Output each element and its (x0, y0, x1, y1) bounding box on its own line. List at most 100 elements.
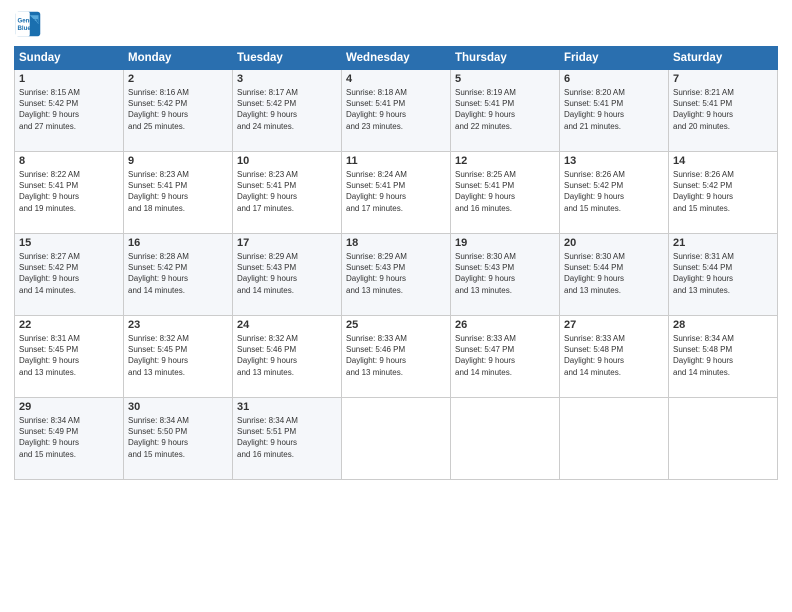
col-header-sunday: Sunday (15, 47, 124, 70)
calendar-cell: 10 Sunrise: 8:23 AM Sunset: 5:41 PM Dayli… (233, 152, 342, 234)
day-number: 18 (346, 237, 446, 249)
cell-info: Sunrise: 8:30 AM Sunset: 5:43 PM Dayligh… (455, 251, 555, 296)
cell-info: Sunrise: 8:15 AM Sunset: 5:42 PM Dayligh… (19, 87, 119, 132)
day-number: 19 (455, 237, 555, 249)
col-header-tuesday: Tuesday (233, 47, 342, 70)
calendar-cell: 25Sunrise: 8:33 AM Sunset: 5:46 PM Dayli… (342, 316, 451, 398)
col-header-friday: Friday (560, 47, 669, 70)
day-number: 11 (346, 155, 446, 167)
col-header-thursday: Thursday (451, 47, 560, 70)
cell-info: Sunrise: 8:17 AM Sunset: 5:42 PM Dayligh… (237, 87, 337, 132)
calendar-cell: 23 Sunrise: 8:32 AM Sunset: 5:45 PM Dayli… (124, 316, 233, 398)
calendar-cell: 11 Sunrise: 8:24 AM Sunset: 5:41 PM Dayli… (342, 152, 451, 234)
cell-info: Sunrise: 8:34 AM Sunset: 5:48 PM Dayligh… (673, 333, 773, 378)
calendar-cell (342, 398, 451, 480)
day-number: 8 (19, 155, 119, 167)
calendar-cell: 31 Sunrise: 8:34 AM Sunset: 5:51 PM Dayli… (233, 398, 342, 480)
cell-info: Sunrise: 8:19 AM Sunset: 5:41 PM Dayligh… (455, 87, 555, 132)
cell-info: Sunrise: 8:21 AM Sunset: 5:41 PM Dayligh… (673, 87, 773, 132)
day-number: 26 (455, 319, 555, 331)
cell-info: Sunrise: 8:23 AM Sunset: 5:41 PM Dayligh… (128, 169, 228, 214)
calendar-cell: 21 Sunrise: 8:31 AM Sunset: 5:44 PM Dayli… (669, 234, 778, 316)
cell-info: Sunrise: 8:20 AM Sunset: 5:41 PM Dayligh… (564, 87, 664, 132)
cell-info: Sunrise: 8:26 AM Sunset: 5:42 PM Dayligh… (564, 169, 664, 214)
cell-info: Sunrise: 8:16 AM Sunset: 5:42 PM Dayligh… (128, 87, 228, 132)
day-number: 30 (128, 401, 228, 413)
calendar-cell: 4 Sunrise: 8:18 AM Sunset: 5:41 PM Daylig… (342, 70, 451, 152)
calendar-cell: 18 Sunrise: 8:29 AM Sunset: 5:43 PM Dayli… (342, 234, 451, 316)
cell-info: Sunrise: 8:29 AM Sunset: 5:43 PM Dayligh… (237, 251, 337, 296)
cell-info: Sunrise: 8:32 AM Sunset: 5:45 PM Dayligh… (128, 333, 228, 378)
cell-info: Sunrise: 8:18 AM Sunset: 5:41 PM Dayligh… (346, 87, 446, 132)
day-number: 27 (564, 319, 664, 331)
cell-info: Sunrise: 8:33 AM Sunset: 5:47 PM Dayligh… (455, 333, 555, 378)
day-number: 7 (673, 73, 773, 85)
day-number: 6 (564, 73, 664, 85)
header: General Blue (14, 10, 778, 38)
calendar-cell: 22 Sunrise: 8:31 AM Sunset: 5:45 PM Dayli… (15, 316, 124, 398)
calendar-cell: 13Sunrise: 8:26 AM Sunset: 5:42 PM Dayli… (560, 152, 669, 234)
cell-info: Sunrise: 8:34 AM Sunset: 5:50 PM Dayligh… (128, 415, 228, 460)
calendar-cell: 9 Sunrise: 8:23 AM Sunset: 5:41 PM Daylig… (124, 152, 233, 234)
day-number: 23 (128, 319, 228, 331)
calendar-cell: 19 Sunrise: 8:30 AM Sunset: 5:43 PM Dayli… (451, 234, 560, 316)
cell-info: Sunrise: 8:23 AM Sunset: 5:41 PM Dayligh… (237, 169, 337, 214)
cell-info: Sunrise: 8:34 AM Sunset: 5:49 PM Dayligh… (19, 415, 119, 460)
day-number: 3 (237, 73, 337, 85)
calendar-cell: 3 Sunrise: 8:17 AM Sunset: 5:42 PM Daylig… (233, 70, 342, 152)
day-number: 9 (128, 155, 228, 167)
calendar-cell: 8Sunrise: 8:22 AM Sunset: 5:41 PM Daylig… (15, 152, 124, 234)
day-number: 22 (19, 319, 119, 331)
day-number: 28 (673, 319, 773, 331)
cell-info: Sunrise: 8:31 AM Sunset: 5:44 PM Dayligh… (673, 251, 773, 296)
day-number: 5 (455, 73, 555, 85)
calendar-cell: 28 Sunrise: 8:34 AM Sunset: 5:48 PM Dayli… (669, 316, 778, 398)
logo-icon: General Blue (14, 10, 42, 38)
col-header-saturday: Saturday (669, 47, 778, 70)
logo: General Blue (14, 10, 46, 38)
calendar-cell: 1Sunrise: 8:15 AM Sunset: 5:42 PM Daylig… (15, 70, 124, 152)
page: General Blue SundayMondayTuesdayWednesda… (0, 0, 792, 612)
cell-info: Sunrise: 8:33 AM Sunset: 5:48 PM Dayligh… (564, 333, 664, 378)
calendar-cell: 16Sunrise: 8:28 AM Sunset: 5:42 PM Dayli… (124, 234, 233, 316)
calendar-cell (669, 398, 778, 480)
day-number: 17 (237, 237, 337, 249)
calendar-cell: 15Sunrise: 8:27 AM Sunset: 5:42 PM Dayli… (15, 234, 124, 316)
calendar-cell: 17 Sunrise: 8:29 AM Sunset: 5:43 PM Dayli… (233, 234, 342, 316)
calendar-table: SundayMondayTuesdayWednesdayThursdayFrid… (14, 46, 778, 480)
day-number: 12 (455, 155, 555, 167)
cell-info: Sunrise: 8:31 AM Sunset: 5:45 PM Dayligh… (19, 333, 119, 378)
cell-info: Sunrise: 8:34 AM Sunset: 5:51 PM Dayligh… (237, 415, 337, 460)
cell-info: Sunrise: 8:25 AM Sunset: 5:41 PM Dayligh… (455, 169, 555, 214)
calendar-cell (560, 398, 669, 480)
day-number: 2 (128, 73, 228, 85)
calendar-cell: 20Sunrise: 8:30 AM Sunset: 5:44 PM Dayli… (560, 234, 669, 316)
cell-info: Sunrise: 8:24 AM Sunset: 5:41 PM Dayligh… (346, 169, 446, 214)
day-number: 10 (237, 155, 337, 167)
calendar-cell: 27 Sunrise: 8:33 AM Sunset: 5:48 PM Dayli… (560, 316, 669, 398)
day-number: 16 (128, 237, 228, 249)
cell-info: Sunrise: 8:30 AM Sunset: 5:44 PM Dayligh… (564, 251, 664, 296)
day-number: 29 (19, 401, 119, 413)
day-number: 15 (19, 237, 119, 249)
calendar-cell: 24Sunrise: 8:32 AM Sunset: 5:46 PM Dayli… (233, 316, 342, 398)
calendar-cell: 5 Sunrise: 8:19 AM Sunset: 5:41 PM Daylig… (451, 70, 560, 152)
day-number: 24 (237, 319, 337, 331)
day-number: 31 (237, 401, 337, 413)
calendar-cell: 26 Sunrise: 8:33 AM Sunset: 5:47 PM Dayli… (451, 316, 560, 398)
cell-info: Sunrise: 8:26 AM Sunset: 5:42 PM Dayligh… (673, 169, 773, 214)
calendar-cell: 2 Sunrise: 8:16 AM Sunset: 5:42 PM Daylig… (124, 70, 233, 152)
calendar-cell: 6 Sunrise: 8:20 AM Sunset: 5:41 PM Daylig… (560, 70, 669, 152)
calendar-cell: 12 Sunrise: 8:25 AM Sunset: 5:41 PM Dayli… (451, 152, 560, 234)
day-number: 4 (346, 73, 446, 85)
cell-info: Sunrise: 8:29 AM Sunset: 5:43 PM Dayligh… (346, 251, 446, 296)
day-number: 25 (346, 319, 446, 331)
day-number: 14 (673, 155, 773, 167)
col-header-monday: Monday (124, 47, 233, 70)
col-header-wednesday: Wednesday (342, 47, 451, 70)
svg-text:Blue: Blue (18, 25, 32, 32)
calendar-cell (451, 398, 560, 480)
svg-text:General: General (18, 17, 41, 24)
calendar-cell: 14 Sunrise: 8:26 AM Sunset: 5:42 PM Dayli… (669, 152, 778, 234)
day-number: 21 (673, 237, 773, 249)
